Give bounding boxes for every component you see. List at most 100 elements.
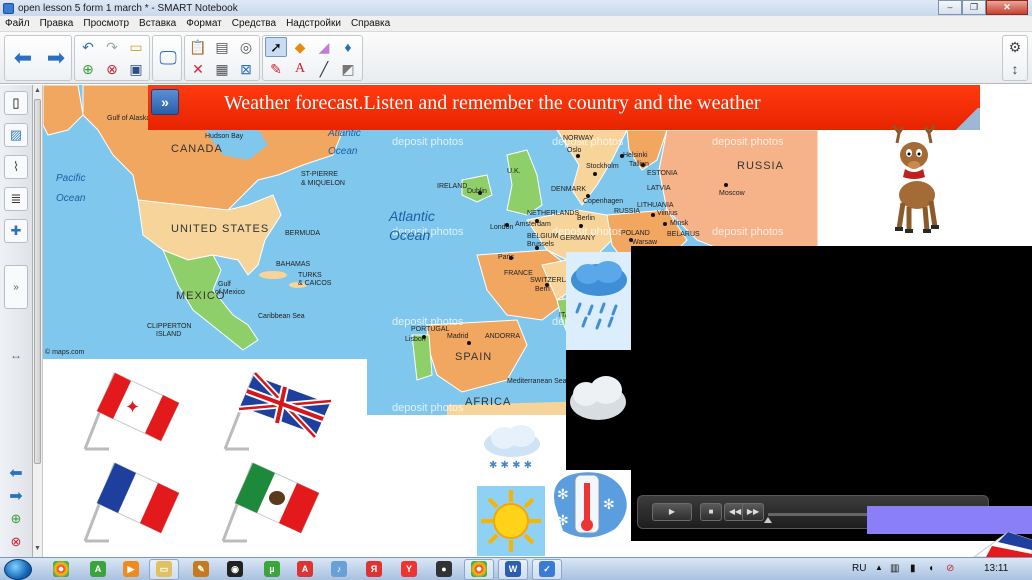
scroll-down-icon[interactable]: ▼ xyxy=(34,545,41,552)
whiteboard-canvas[interactable]: Gulf of Alaska Hudson Bay CANADA Atlanti… xyxy=(43,85,1032,557)
menu-insert[interactable]: Вставка xyxy=(134,18,181,29)
maximize-button[interactable]: ❐ xyxy=(962,0,986,15)
explorer-folder-icon[interactable]: ▭ xyxy=(156,561,172,577)
volume-icon[interactable]: ◖ xyxy=(928,563,934,574)
map-label-turks: TURKS xyxy=(298,272,322,279)
side-add-page-button[interactable]: ⊕ xyxy=(6,511,26,527)
attachments-tab[interactable]: ⌇ xyxy=(4,155,28,179)
page-sorter-tab[interactable]: ▯ xyxy=(4,91,28,115)
magic-pen-button[interactable]: ◩ xyxy=(337,59,359,79)
signal-icon[interactable]: ▮ xyxy=(910,563,916,574)
swap-side-button[interactable]: ↔ xyxy=(6,348,26,362)
chrome-icon[interactable] xyxy=(53,561,69,577)
pdf-reader-icon[interactable]: A xyxy=(297,561,313,577)
text-tool-button[interactable]: A xyxy=(289,59,311,79)
language-indicator[interactable]: RU xyxy=(852,563,866,574)
menu-view[interactable]: Просмотр xyxy=(78,18,134,29)
smart-notebook-task-icon[interactable]: ✓ xyxy=(539,561,555,577)
folder-icon: ▭ xyxy=(129,39,143,55)
notification-icon[interactable]: ⊘ xyxy=(946,563,954,574)
play-button[interactable]: ▶ xyxy=(652,503,692,521)
menu-addons[interactable]: Надстройки xyxy=(281,18,346,29)
cold-thermometer-image[interactable]: ✻ ✻ ✻ xyxy=(549,469,631,541)
rain-weather-tile[interactable] xyxy=(566,252,631,350)
delete-page-button[interactable]: ⊗ xyxy=(101,59,123,79)
save-button[interactable]: ▣ xyxy=(125,59,147,79)
toolbar-position-button[interactable]: ↕ xyxy=(1004,59,1026,79)
yandex-icon[interactable]: Я xyxy=(366,561,382,577)
stop-button[interactable]: ■ xyxy=(700,503,722,521)
tray-expand-icon[interactable]: ▲ xyxy=(875,563,883,572)
table-button[interactable]: ▦ xyxy=(211,59,233,79)
screen-shade-button[interactable]: ▤ xyxy=(211,37,233,57)
sun-image[interactable] xyxy=(477,486,545,556)
menu-edit[interactable]: Правка xyxy=(35,18,79,29)
media-player-icon[interactable]: ▶ xyxy=(123,561,139,577)
side-next-page-button[interactable]: ➡ xyxy=(6,486,26,506)
france-flag-image[interactable] xyxy=(81,453,185,545)
network-icon[interactable]: ▥ xyxy=(890,563,899,574)
reindeer-image[interactable] xyxy=(879,125,951,237)
video-player[interactable]: ▶ ■ ◀◀ ▶▶ xyxy=(631,246,1032,541)
map-credit: © maps.com xyxy=(45,349,85,356)
pens-tool-button[interactable]: ✎ xyxy=(265,59,287,79)
dock-handle[interactable]: » xyxy=(4,265,28,309)
side-delete-page-button[interactable]: ⊗ xyxy=(6,534,26,550)
start-button[interactable] xyxy=(4,559,32,580)
cloud-weather-tile[interactable] xyxy=(566,350,631,470)
dark-circle-app-icon[interactable]: ● xyxy=(436,561,452,577)
torrent-icon[interactable]: µ xyxy=(264,561,280,577)
green-app-icon[interactable]: A xyxy=(90,561,106,577)
menu-tools[interactable]: Средства xyxy=(227,18,281,29)
close-button[interactable]: ✕ xyxy=(986,0,1028,15)
scroll-up-icon[interactable]: ▲ xyxy=(34,87,41,94)
properties-tab[interactable]: ≣ xyxy=(4,187,28,211)
canada-flag-image[interactable]: ✦ xyxy=(81,363,185,453)
chrome-window-icon[interactable] xyxy=(471,561,487,577)
fullscreen-button[interactable]: ⊠ xyxy=(235,59,257,79)
undo-button[interactable]: ↶ xyxy=(77,37,99,57)
eraser-tool-button[interactable]: ◢ xyxy=(313,37,335,57)
paste-button[interactable]: 📋 xyxy=(187,37,209,57)
add-page-button[interactable]: ⊕ xyxy=(77,59,99,79)
fill-tool-button[interactable]: ♦ xyxy=(337,37,359,57)
line-tool-button[interactable]: ╱ xyxy=(313,59,335,79)
menu-format[interactable]: Формат xyxy=(181,18,227,29)
pen-app-icon[interactable]: ✎ xyxy=(193,561,209,577)
fast-forward-button[interactable]: ▶▶ xyxy=(742,503,764,521)
settings-button[interactable]: ⚙ xyxy=(1004,37,1026,57)
shapes-tool-button[interactable]: ◆ xyxy=(289,37,311,57)
partial-flag-image[interactable] xyxy=(968,532,1032,557)
next-page-button[interactable]: ➡ xyxy=(41,38,71,78)
display-screen-button[interactable]: 🖵 xyxy=(153,38,183,78)
addons-tab[interactable]: ✚ xyxy=(4,219,28,243)
title-banner[interactable]: » Weather forecast.Listen and remember t… xyxy=(148,85,980,130)
minimize-button[interactable]: – xyxy=(938,0,962,15)
sound-app-icon[interactable]: ♪ xyxy=(331,561,347,577)
vertical-scrollbar[interactable]: ▲ ▼ xyxy=(33,85,43,557)
delete-button[interactable]: ✕ xyxy=(187,59,209,79)
menu-file[interactable]: Файл xyxy=(0,18,35,29)
dark-app-icon[interactable]: ◉ xyxy=(227,561,243,577)
menu-help[interactable]: Справка xyxy=(346,18,395,29)
select-tool-button[interactable]: ➚ xyxy=(265,37,287,57)
map-label-belarus: BELARUS xyxy=(667,231,700,238)
lilac-rectangle[interactable] xyxy=(867,506,1032,534)
y-app-icon[interactable]: Y xyxy=(401,561,417,577)
uk-flag-image[interactable] xyxy=(221,363,335,453)
redo-button[interactable]: ↷ xyxy=(101,37,123,57)
gallery-tab[interactable]: ▨ xyxy=(4,123,28,147)
snow-cloud-image[interactable]: ✱ ✱ ✱ ✱ xyxy=(479,422,545,474)
open-file-button[interactable]: ▭ xyxy=(125,37,147,57)
word-icon[interactable]: W xyxy=(505,561,521,577)
clock[interactable]: 13:11 xyxy=(984,563,1008,574)
double-chevron-right-icon[interactable]: » xyxy=(151,89,179,115)
previous-page-button[interactable]: ⬅ xyxy=(8,38,38,78)
side-previous-page-button[interactable]: ⬅ xyxy=(6,463,26,483)
mexico-flag-image[interactable] xyxy=(219,453,327,545)
capture-button[interactable]: ◎ xyxy=(235,37,257,57)
city-dot xyxy=(586,194,590,198)
tools-group: ➚ ◆ ◢ ♦ ✎ A ╱ ◩ xyxy=(262,35,363,81)
video-progress-thumb[interactable] xyxy=(764,517,772,523)
scrollbar-thumb[interactable] xyxy=(34,99,41,464)
